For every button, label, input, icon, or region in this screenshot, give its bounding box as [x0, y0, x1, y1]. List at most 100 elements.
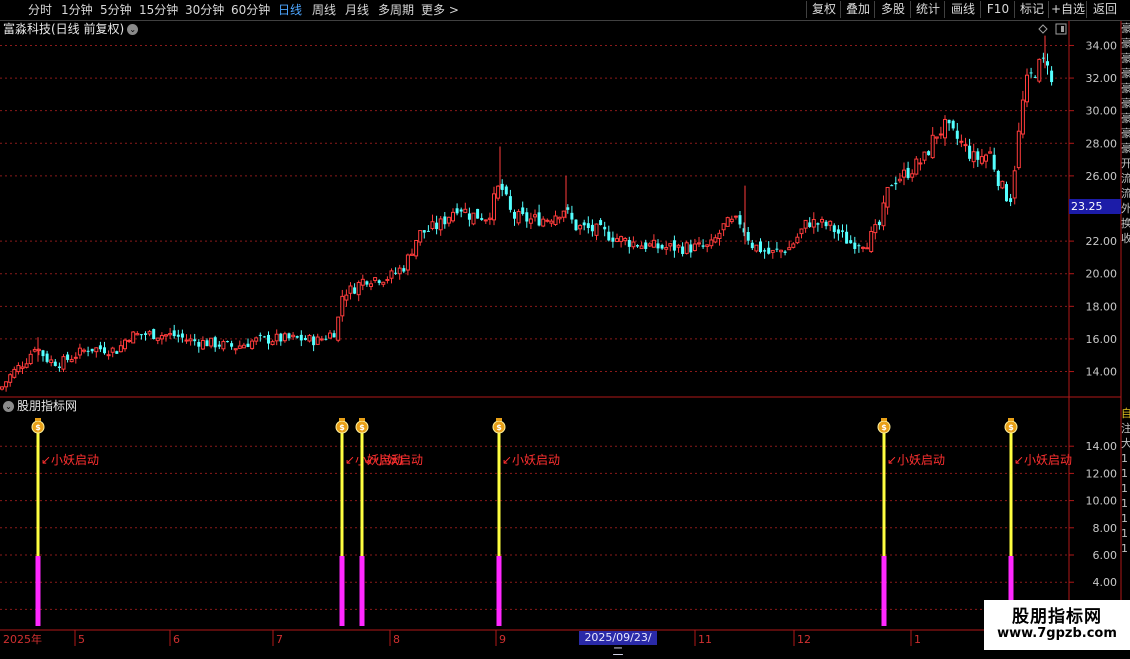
money-bag-icon: $	[355, 418, 369, 434]
candlestick	[1037, 58, 1042, 84]
candlestick	[32, 346, 37, 353]
candlestick	[754, 244, 759, 253]
signal-marker: $ ↙小妖启动	[355, 418, 423, 626]
candlestick	[319, 335, 324, 342]
candlestick	[767, 241, 771, 255]
candlestick	[725, 216, 730, 227]
side-strip-gap	[1121, 246, 1130, 406]
candlestick	[902, 162, 906, 186]
candlestick	[135, 331, 140, 336]
watermark-title: 股朋指标网	[1012, 607, 1102, 627]
side-strip-char: 开	[1121, 157, 1130, 170]
side-strip-char: 豪	[1121, 97, 1130, 110]
candlestick	[525, 207, 529, 228]
candlestick	[976, 148, 980, 167]
side-strip-char: 1	[1121, 482, 1128, 495]
svg-text:$: $	[496, 423, 502, 432]
candlestick	[279, 332, 283, 346]
candlestick	[476, 208, 480, 219]
kline-chart[interactable]: 34.0032.0030.0028.0026.0022.0020.0018.00…	[0, 0, 1130, 650]
candlestick	[533, 209, 537, 222]
candlestick	[348, 282, 353, 300]
price-label: 32.00	[1086, 72, 1118, 85]
candlestick	[197, 339, 201, 353]
candlestick	[504, 184, 508, 196]
candlestick	[426, 225, 430, 232]
candlestick	[660, 243, 664, 250]
candlestick	[221, 339, 226, 352]
candlestick	[217, 341, 221, 350]
candlestick	[344, 289, 349, 307]
candlestick	[537, 204, 541, 227]
indicator-label: 10.00	[1086, 495, 1118, 508]
watermark: 股朋指标网 www.7gpzb.com	[984, 600, 1130, 650]
time-label: 2025年	[3, 632, 42, 646]
candlestick	[1025, 68, 1029, 108]
candlestick	[282, 331, 287, 343]
indicator-axis: 14.0012.0010.008.006.004.002.00	[1069, 440, 1117, 616]
candlestick	[828, 220, 833, 231]
side-strip-char: 注	[1121, 422, 1130, 435]
candlestick	[324, 335, 328, 341]
signal-bar	[35, 556, 41, 626]
candlestick	[783, 250, 787, 256]
candlestick	[890, 184, 894, 187]
candlestick	[1020, 90, 1025, 139]
time-label: 5	[78, 633, 85, 646]
svg-text:$: $	[339, 423, 345, 432]
side-strip-char: 自	[1121, 407, 1130, 420]
chevron-down-icon[interactable]: ⌄	[3, 401, 14, 412]
candlestick	[77, 343, 82, 359]
candlestick	[446, 216, 451, 227]
candlestick	[303, 335, 307, 341]
svg-text:$: $	[1008, 423, 1014, 432]
side-strip-char: 豪	[1121, 52, 1130, 65]
money-bag-icon: $	[492, 418, 506, 434]
candlestick	[188, 334, 193, 346]
price-grid	[0, 44, 1069, 373]
candlestick	[0, 386, 4, 391]
candlestick	[603, 221, 607, 237]
candlestick	[226, 340, 229, 343]
candlestick	[455, 203, 459, 216]
signal-marker: $ ↙小妖启动	[1004, 418, 1072, 626]
side-strip-char: 豪	[1121, 67, 1130, 80]
candlestick	[262, 335, 266, 338]
side-strip-char: 外	[1121, 202, 1130, 215]
candlestick	[841, 224, 844, 238]
candlestick	[541, 216, 546, 228]
candlestick	[791, 242, 796, 249]
signal-markers: $↙小妖启动$↙小妖启动$↙小妖启动$↙小妖启动$↙小妖启动$↙小妖启动	[31, 418, 1072, 626]
candlestick	[98, 341, 102, 353]
candlestick	[709, 233, 714, 249]
candlestick	[237, 340, 242, 349]
candlestick	[664, 241, 669, 255]
candlestick	[270, 339, 275, 346]
candlestick	[213, 335, 217, 352]
candlestick	[422, 229, 426, 239]
side-strip-char: 豪	[1121, 82, 1130, 95]
candlestick	[230, 340, 234, 350]
candlestick	[356, 280, 361, 302]
candlestick	[676, 243, 681, 253]
indicator-title[interactable]: ⌄ 股朋指标网	[3, 399, 77, 413]
indicator-label: 4.00	[1093, 576, 1118, 589]
signal-label: ↙小妖启动	[502, 453, 560, 467]
candlestick	[16, 362, 21, 375]
candlestick	[988, 146, 993, 154]
candlestick	[1050, 66, 1054, 86]
candlestick	[979, 148, 984, 166]
candlestick	[894, 176, 898, 190]
candlestick	[180, 329, 184, 343]
indicator-title-text: 股朋指标网	[17, 399, 78, 413]
candlestick	[369, 280, 373, 291]
candlestick	[500, 179, 504, 197]
signal-label: ↙小妖启动	[41, 453, 99, 467]
candlestick	[647, 242, 652, 248]
candlestick	[553, 210, 558, 226]
candlestick	[291, 332, 296, 340]
candlestick	[717, 229, 722, 246]
diamond-icon[interactable]	[1038, 24, 1048, 34]
candlestick	[918, 158, 923, 171]
candlestick	[103, 341, 106, 355]
